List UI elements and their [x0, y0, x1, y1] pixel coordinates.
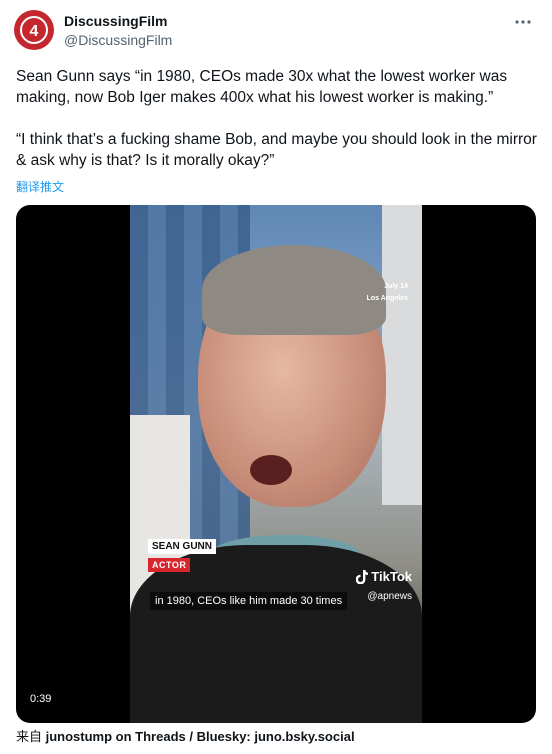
translate-link[interactable]: 翻译推文 [16, 178, 64, 195]
author-handle[interactable]: @DiscussingFilm [64, 31, 172, 49]
author-names: DiscussingFilm @DiscussingFilm [64, 12, 172, 49]
background-building-right [382, 205, 422, 505]
tweet-paragraph-2: “I think that’s a fucking shame Bob, and… [16, 131, 537, 169]
avatar[interactable]: 4 [14, 10, 54, 50]
source-link[interactable]: junostump on Threads / Bluesky: juno.bsk… [46, 729, 355, 744]
video-caption: in 1980, CEOs like him made 30 times [150, 592, 348, 610]
tiktok-handle: @apnews [367, 591, 412, 602]
tiktok-wordmark: TikTok [371, 569, 412, 584]
tweet-paragraph-1: Sean Gunn says “in 1980, CEOs made 30x w… [16, 68, 508, 106]
tiktok-icon [356, 569, 369, 584]
date-location-overlay: July 14 Los Angeles [367, 281, 408, 305]
person-mouth [250, 455, 292, 485]
author-display-name[interactable]: DiscussingFilm [64, 12, 172, 30]
tweet-text: Sean Gunn says “in 1980, CEOs made 30x w… [16, 66, 538, 171]
discussingfilm-logo-icon: 4 [20, 16, 48, 44]
video-player[interactable]: July 14 Los Angeles SEAN GUNN ACTOR TikT… [16, 205, 536, 723]
more-options-button[interactable] [512, 14, 534, 30]
svg-text:4: 4 [30, 23, 39, 40]
person-hair [202, 245, 386, 335]
media-source-attribution: 来自 junostump on Threads / Bluesky: juno.… [16, 729, 355, 745]
role-lower-third: ACTOR [148, 558, 191, 572]
video-duration-badge: 0:39 [24, 691, 58, 707]
location-text: Los Angeles [366, 295, 408, 302]
tiktok-watermark: TikTok [356, 569, 412, 584]
source-prefix: 来自 [16, 729, 46, 744]
video-frame[interactable]: July 14 Los Angeles SEAN GUNN ACTOR TikT… [130, 205, 422, 723]
date-text: July 14 [384, 283, 408, 290]
name-lower-third: SEAN GUNN [148, 539, 217, 554]
more-horizontal-icon [515, 20, 531, 24]
tweet-header: 4 DiscussingFilm @DiscussingFilm [14, 10, 538, 52]
